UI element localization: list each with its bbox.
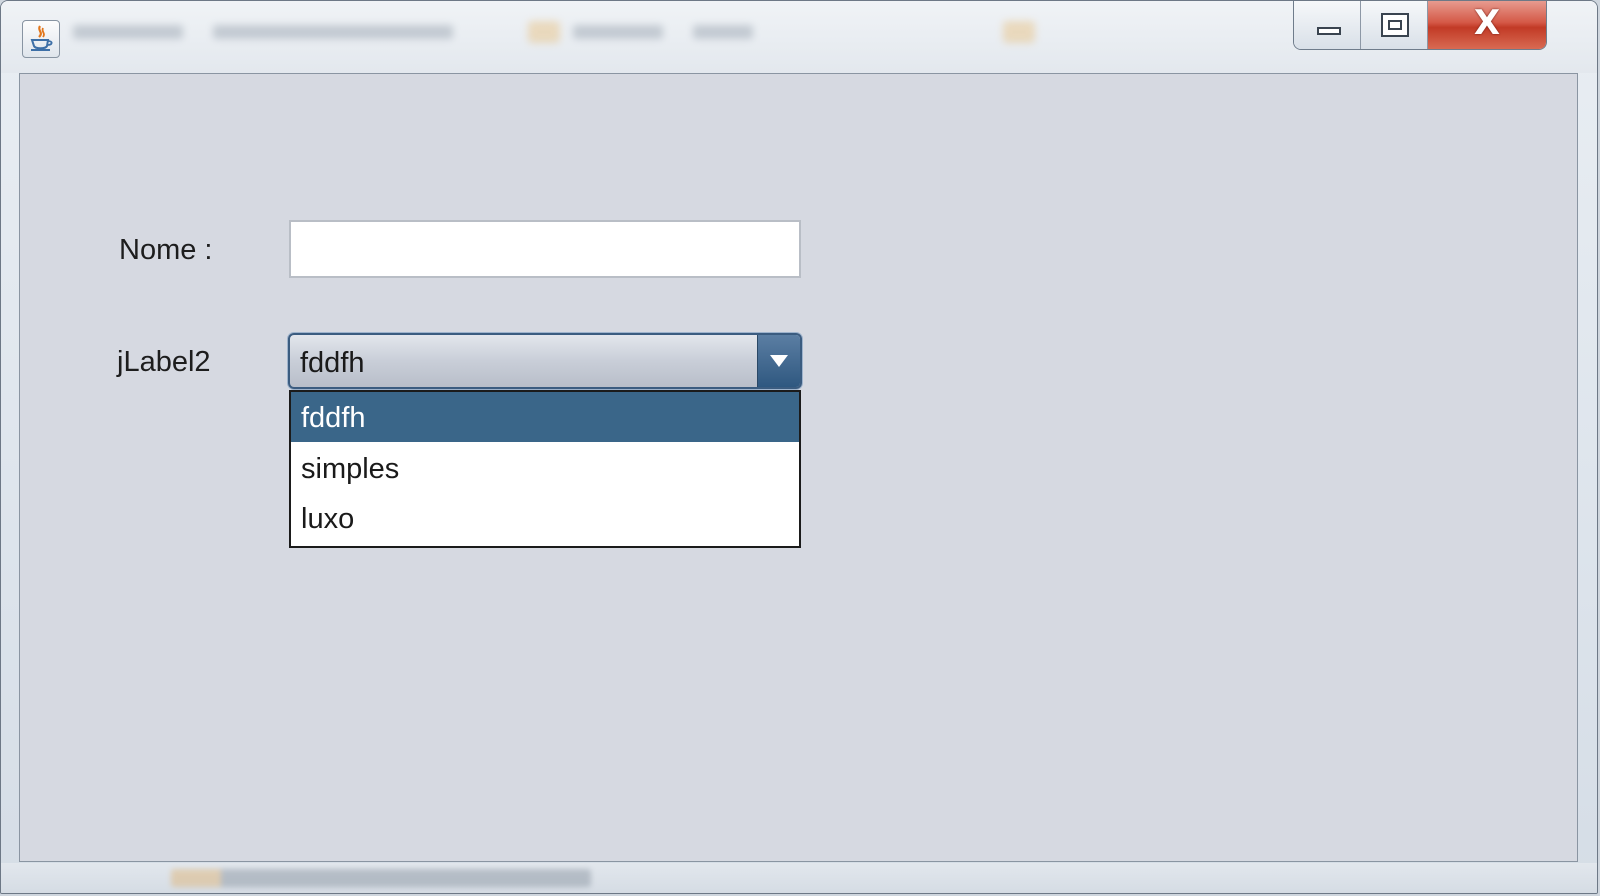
- nome-label: Nome :: [119, 234, 213, 266]
- nome-input[interactable]: [289, 220, 801, 278]
- maximize-button[interactable]: [1361, 1, 1428, 49]
- dropdown-option-luxo[interactable]: luxo: [291, 493, 799, 543]
- window-caption-buttons: X: [1293, 1, 1547, 50]
- application-window: X Nome : jLabel2 fddfh fddfh simples lux…: [0, 0, 1598, 894]
- combobox-dropdown-list: fddfh simples luxo: [289, 390, 801, 548]
- chevron-down-icon[interactable]: [757, 335, 800, 387]
- close-button[interactable]: X: [1428, 1, 1546, 49]
- maximize-icon: [1381, 13, 1409, 37]
- form-panel: Nome : jLabel2 fddfh fddfh simples luxo: [19, 73, 1578, 862]
- dropdown-option-simples[interactable]: simples: [291, 443, 799, 493]
- minimize-icon: [1317, 27, 1341, 35]
- jlabel2-label: jLabel2: [117, 346, 211, 378]
- minimize-button[interactable]: [1294, 1, 1361, 49]
- window-title: [73, 19, 1035, 43]
- background-taskbar-blur: [171, 869, 591, 887]
- type-combobox[interactable]: fddfh: [288, 333, 802, 389]
- close-icon: X: [1473, 3, 1501, 43]
- dropdown-option-fddfh[interactable]: fddfh: [291, 392, 799, 442]
- window-bottom-border: [1, 863, 1597, 893]
- title-bar[interactable]: X: [1, 1, 1597, 73]
- combobox-selected-value: fddfh: [300, 347, 365, 379]
- java-app-icon[interactable]: [22, 20, 60, 58]
